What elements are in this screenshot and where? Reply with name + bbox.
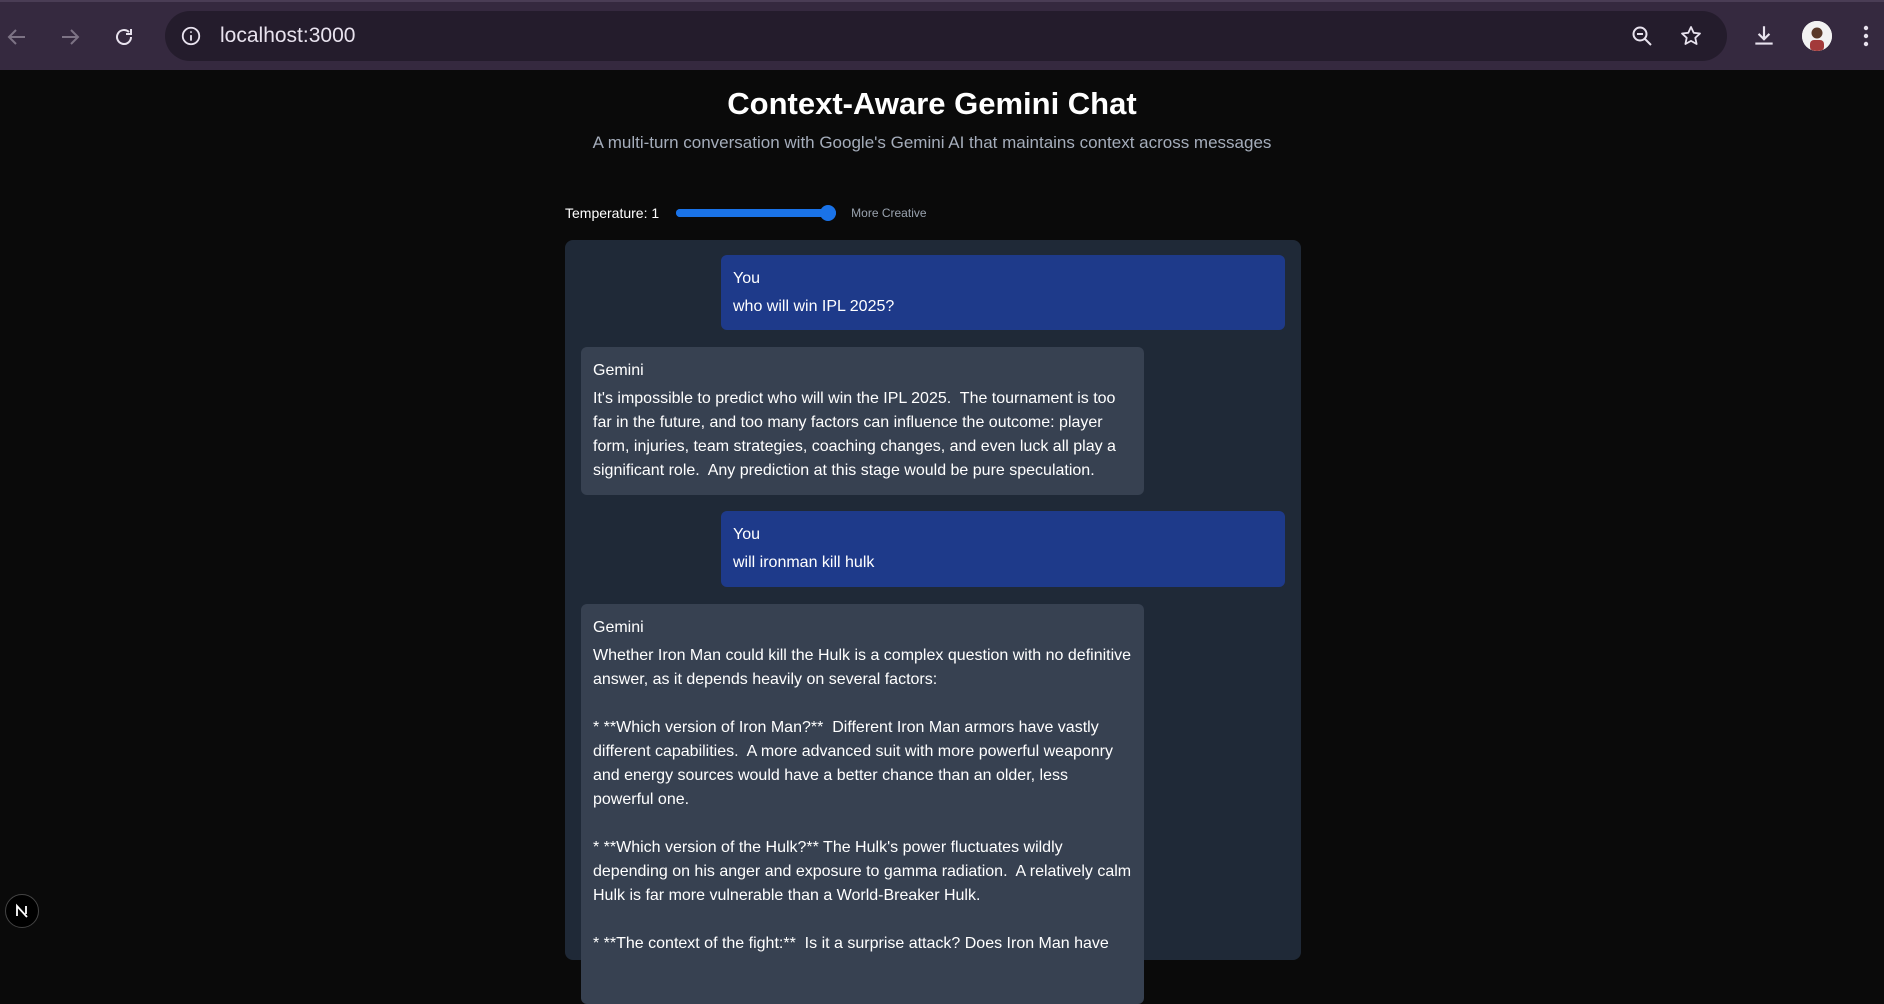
zoom-out-icon[interactable] bbox=[1628, 22, 1656, 50]
message-role: You bbox=[733, 526, 760, 543]
profile-avatar[interactable] bbox=[1802, 21, 1832, 51]
address-bar[interactable]: localhost:3000 bbox=[165, 11, 1727, 61]
chat-container: You who will win IPL 2025? Gemini It's i… bbox=[565, 240, 1301, 1004]
info-icon[interactable] bbox=[177, 22, 205, 50]
arrow-right-icon bbox=[62, 29, 80, 45]
back-button[interactable] bbox=[0, 20, 34, 54]
reload-icon bbox=[116, 29, 132, 45]
browser-toolbar: localhost:3000 bbox=[0, 0, 1884, 70]
reload-button[interactable] bbox=[107, 20, 141, 54]
star-icon[interactable] bbox=[1677, 22, 1705, 50]
temperature-control: Temperature: 1 More Creative bbox=[565, 203, 927, 223]
message-text: will ironman kill hulk bbox=[733, 554, 875, 571]
next-logo-icon bbox=[16, 903, 28, 918]
page-subtitle: A multi-turn conversation with Google's … bbox=[592, 133, 1272, 152]
kebab-menu-icon[interactable] bbox=[1856, 18, 1876, 54]
nextjs-dev-badge[interactable] bbox=[5, 894, 39, 928]
arrow-left-icon bbox=[7, 29, 25, 45]
message-text: who will win IPL 2025? bbox=[733, 298, 895, 315]
message-text: It's impossible to predict who will win … bbox=[593, 390, 1121, 479]
slider-thumb[interactable] bbox=[820, 205, 837, 221]
temperature-slider[interactable] bbox=[676, 205, 837, 221]
slider-fill bbox=[676, 209, 837, 217]
message-text: Whether Iron Man could kill the Hulk is … bbox=[593, 647, 1132, 952]
page-title: Context-Aware Gemini Chat bbox=[727, 86, 1137, 121]
user-message: You who will win IPL 2025? bbox=[721, 255, 1285, 330]
message-role: Gemini bbox=[593, 619, 644, 636]
url-text[interactable]: localhost:3000 bbox=[220, 24, 355, 48]
download-icon[interactable] bbox=[1746, 18, 1782, 54]
assistant-message: Gemini Whether Iron Man could kill the H… bbox=[581, 604, 1144, 1004]
forward-button[interactable] bbox=[53, 20, 87, 54]
message-role: Gemini bbox=[593, 362, 644, 379]
assistant-message: Gemini It's impossible to predict who wi… bbox=[581, 347, 1144, 495]
temperature-label: Temperature: 1 bbox=[565, 205, 660, 221]
user-message: You will ironman kill hulk bbox=[721, 511, 1285, 587]
temperature-hint: More Creative bbox=[851, 206, 927, 220]
message-role: You bbox=[733, 270, 760, 287]
